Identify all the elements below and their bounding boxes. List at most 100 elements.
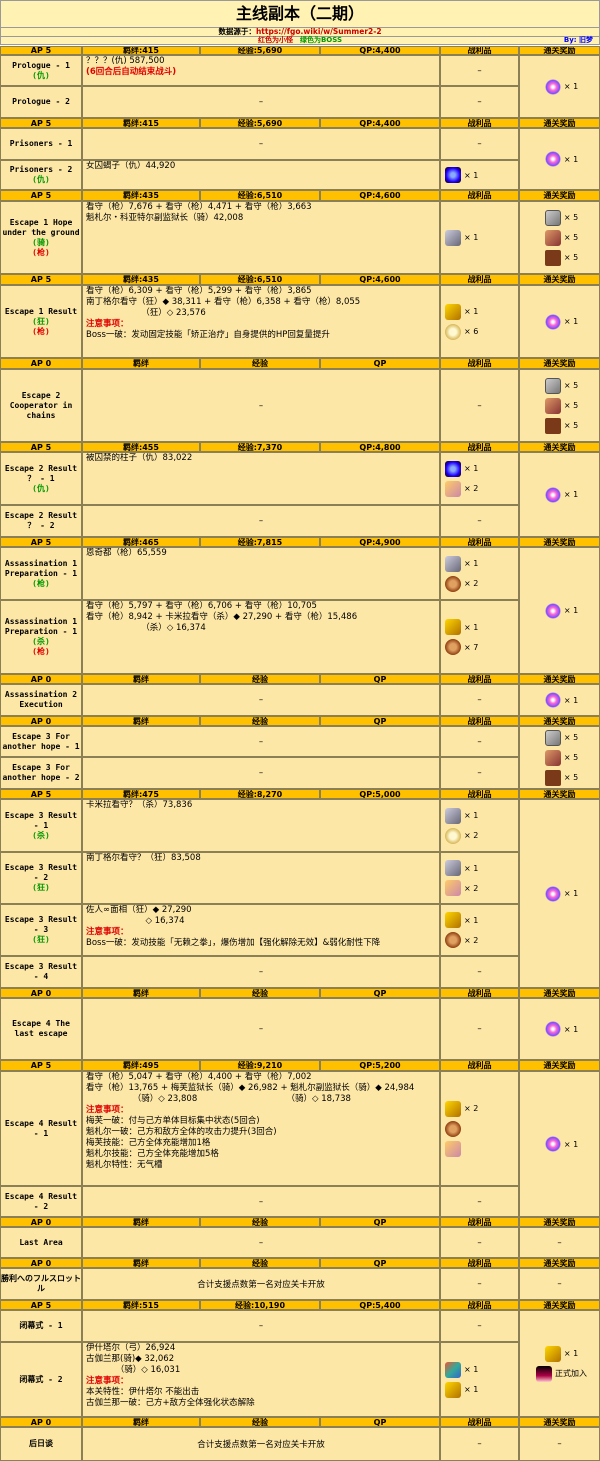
header-cell: 羁绊 [82,1417,200,1427]
header-label: QP [373,1217,387,1227]
header-label: QP:4,400 [359,46,401,55]
drop-count: × 2 [464,831,479,840]
drop-cell: – [440,1310,519,1342]
drop-cell: × 1 [440,201,519,274]
header-label: 羁绊 [133,1258,149,1268]
enemy-empty: – [258,768,264,778]
header-cell: AP 5 [0,46,82,55]
drop-item: × 2 [445,1100,479,1117]
source-link[interactable]: https://fgo.wiki/w/Summer2-2 [256,27,382,36]
header-cell: 经验:8,270 [200,789,320,799]
header-label: 羁绊:515 [123,1300,159,1310]
quest-name: Assassination 1 Preparation - 1 (枪) [0,547,82,600]
reward-cell: × 1 [519,128,600,190]
reward-cell: × 5 × 5 × 5 [519,726,600,789]
enemy-empty: – [258,400,264,411]
drop-count: × 1 [464,464,479,473]
h-icon [544,397,561,414]
header-label: QP [373,674,387,684]
header-cell: 战利品 [440,537,519,547]
q-icon [544,486,561,503]
enemy-line: 魁札尔・科亚特尔副监狱长（骑）42,008 [86,213,244,223]
drop-cell: × 1 × 2 [440,852,519,904]
header-cell: 羁绊:495 [82,1060,200,1071]
header-cell: QP [320,358,440,369]
quest-title: 勝利へのフルスロットル [1,1274,81,1293]
drop-count: × 1 [464,1385,479,1394]
header-cell: 经验:6,510 [200,190,320,201]
drop-count: × 2 [464,1104,479,1113]
drop-item: 正式加入 [536,1365,587,1382]
enemy-cell: 恩奇都（枪）65,559 [82,547,440,600]
drop-count: × 5 [563,213,579,222]
header-label: 经验 [252,1258,268,1268]
drop-item: × 1 [445,303,478,320]
quest-name: Prologue - 1 (仇) [0,55,82,86]
header-label: QP:5,400 [359,1300,401,1310]
quest-name: Prisoners - 2 (仇) [0,160,82,190]
quest-title: Escape 2 Result ？ - 2 [4,511,78,530]
enemy-cell: – [82,128,440,160]
quest-title: Escape 3 Result - 4 [4,962,78,981]
quest-title: Prisoners - 2 [9,165,73,174]
quest-title: Escape 1 Hope under the ground [2,217,80,237]
quest-title: 闭幕式 - 2 [19,1374,63,1384]
header-cell: AP 5 [0,789,82,799]
enemy-empty: – [258,97,264,107]
quest-name: Assassination 1 Preparation - 1 (杀) (枪) [0,600,82,674]
note-line: 魁札尔特性：无气槽 [86,1160,163,1170]
header-cell: 通关奖励 [519,1300,600,1310]
header-cell: AP 5 [0,274,82,285]
enemy-line: （狂）◇ 23,576 [86,308,206,318]
header-cell: 经验 [200,1417,320,1427]
enemy-cell: 看守（枪）7,676 + 看守（枪）4,471 + 看守（枪）3,663 魁札尔・… [82,201,440,274]
enemy-empty: – [258,1237,264,1248]
reward-cell: × 1 [519,1071,600,1217]
header-label: 战利品 [467,442,492,452]
drop-item: × 7 [445,639,478,655]
header-cell: 战利品 [440,442,519,452]
g-icon [445,229,461,246]
drop-count: × 1 [464,811,479,820]
quest-title: Escape 3 For another hope - 2 [2,763,80,782]
gold-icon [445,1381,461,1398]
class-tag: (狂) [32,316,50,326]
header-label: QP [373,359,387,368]
quest-name: 闭幕式 - 2 [0,1342,82,1417]
g-icon [445,555,461,572]
header-label: 羁绊:455 [123,442,159,452]
enemy-empty: – [258,139,264,149]
header-label: 通关奖励 [543,537,576,547]
enemy-cell: – [82,505,440,537]
enemy-line: 南丁格尔看守（狂）◆ 38,311 + 看守（枪）6,358 + 看守（枪）8,… [86,297,361,307]
drop-item: × 2 [445,575,478,592]
reward-empty: – [557,1439,562,1449]
header-label: 羁绊:435 [123,191,159,200]
drop-item: × 1 [544,78,578,95]
g-icon [445,860,461,876]
enemy-line: 看守（枪）8,942 + 卡米拉看守（杀）◆ 27,290 + 看守（枪）15,… [86,612,358,622]
header-cell: 经验:7,370 [200,442,320,452]
drop-count: × 1 [563,606,579,615]
note-label: 注意事项： [86,1376,129,1386]
c-icon [445,323,461,340]
drop-cell: × 1 × 7 [440,600,519,674]
note-label: 注意事项： [86,319,129,329]
enemy-cell: – [82,1227,440,1258]
note-line: 魁札尔技能：己方全体充能增加5格 [86,1149,219,1159]
drop-count: × 2 [464,935,479,945]
enemy-cell: – [82,998,440,1060]
enemy-cell: 看守（枪）6,309 + 看守（枪）5,299 + 看守（枪）3,865 南丁格尔… [82,285,440,358]
enemy-line: 被囚禁的柱子（仇）83,022 [86,453,193,463]
quest-name: Escape 3 For another hope - 1 [0,726,82,757]
header-label: AP 0 [30,1217,52,1227]
reward-cell: × 1 [519,547,600,674]
note-line: 魁札尔一破：己方和敌方全体的攻击力提升(3回合) [86,1127,277,1137]
header-label: 羁绊 [133,716,149,726]
drop-count: × 1 [563,154,579,164]
header-cell: 经验 [200,674,320,684]
drop-item: × 1 [445,619,478,635]
header-cell: 战利品 [440,1300,519,1310]
header-cell: AP 0 [0,716,82,726]
note-label: 注意事项： [86,1105,129,1115]
